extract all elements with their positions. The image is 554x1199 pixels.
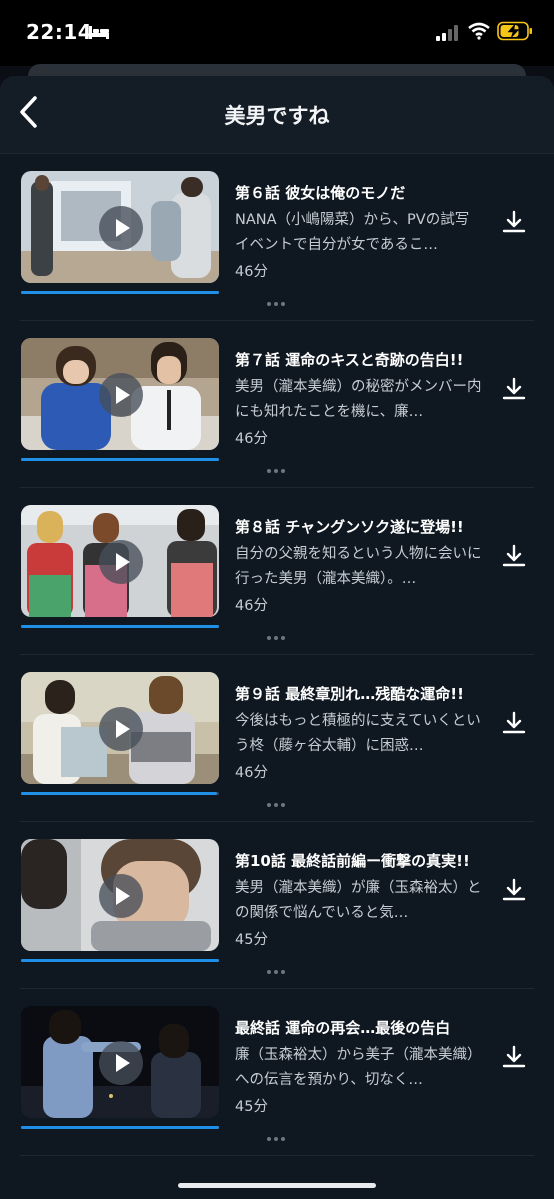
status-bar: 22:14 [0, 0, 554, 66]
signal-icon [436, 25, 458, 41]
watch-progress-bar [21, 458, 219, 461]
episode-thumbnail[interactable] [21, 171, 219, 283]
episode-thumbnail[interactable] [21, 1006, 219, 1118]
episode-item[interactable]: 第９話 最終章別れ…残酷な運命!! 今後はもっと積極的に支えていくという柊（藤ヶ… [20, 655, 534, 822]
episode-duration: 46分 [235, 431, 268, 447]
episode-duration: 46分 [235, 598, 268, 614]
page-title: 美男ですね [224, 104, 330, 128]
watch-progress-bar [21, 792, 219, 795]
episode-duration: 46分 [235, 264, 268, 280]
more-options-icon[interactable] [265, 300, 287, 308]
episode-duration: 46分 [235, 765, 268, 781]
episode-description: 今後はもっと積極的に支えていくという柊（藤ヶ谷太輔）に困惑… [235, 713, 481, 754]
watch-progress-bar [21, 291, 219, 294]
watch-progress-bar [21, 625, 219, 628]
episode-sheet: 美男ですね 第６話 彼女は俺のモノだ NANA（小嶋陽菜）から、PVの試写イベン… [0, 76, 554, 1199]
play-icon[interactable] [99, 373, 143, 417]
watch-progress-fill [21, 458, 219, 461]
episode-item[interactable]: 第７話 運命のキスと奇跡の告白!! 美男（瀧本美織）の秘密がメンバー内にも知れた… [20, 321, 534, 488]
watch-progress-fill [21, 792, 218, 795]
episode-description: 美男（瀧本美織）が廉（玉森裕太）との関係で悩んでいると気… [235, 880, 482, 921]
battery-charging-icon [497, 21, 532, 41]
episode-description: 美男（瀧本美織）の秘密がメンバー内にも知れたことを機に、廉… [235, 379, 482, 420]
episode-thumbnail[interactable] [21, 505, 219, 617]
episode-thumbnail[interactable] [21, 839, 219, 951]
watch-progress-bar [21, 1126, 219, 1129]
download-icon[interactable] [500, 1044, 528, 1072]
episode-description: NANA（小嶋陽菜）から、PVの試写イベントで自分が女であるこ… [235, 212, 470, 253]
episode-title: 第７話 運命のキスと奇跡の告白!! [235, 351, 464, 369]
more-options-icon[interactable] [265, 467, 287, 475]
more-options-icon[interactable] [265, 968, 287, 976]
more-options-icon[interactable] [265, 634, 287, 642]
episode-item[interactable]: 第６話 彼女は俺のモノだ NANA（小嶋陽菜）から、PVの試写イベントで自分が女… [20, 154, 534, 321]
episode-title: 第６話 彼女は俺のモノだ [235, 184, 406, 202]
watch-progress-bar [21, 959, 219, 962]
more-options-icon[interactable] [265, 801, 287, 809]
episode-title: 第10話 最終話前編ー衝撃の真実!! [235, 852, 470, 870]
wifi-icon [468, 22, 490, 40]
more-options-icon[interactable] [265, 1135, 287, 1143]
episode-duration: 45分 [235, 1099, 268, 1115]
play-icon[interactable] [99, 1041, 143, 1085]
episode-title: 第８話 チャングンソク遂に登場!! [235, 518, 464, 536]
episode-description: 自分の父親を知るという人物に会いに行った美男（瀧本美織）。… [235, 546, 482, 587]
episode-item[interactable]: 最終話 運命の再会…最後の告白 廉（玉森裕太）から美子（瀧本美織）への伝言を預か… [20, 989, 534, 1156]
status-time: 22:14 [26, 20, 93, 44]
home-indicator[interactable] [178, 1183, 376, 1188]
watch-progress-fill [21, 625, 219, 628]
nav-header: 美男ですね [0, 76, 554, 154]
download-icon[interactable] [500, 877, 528, 905]
episode-thumbnail[interactable] [21, 338, 219, 450]
download-icon[interactable] [500, 376, 528, 404]
watch-progress-fill [21, 291, 219, 294]
play-icon[interactable] [99, 540, 143, 584]
download-icon[interactable] [500, 209, 528, 237]
watch-progress-fill [21, 959, 219, 962]
play-icon[interactable] [99, 206, 143, 250]
episode-title: 最終話 運命の再会…最後の告白 [235, 1019, 451, 1037]
download-icon[interactable] [500, 543, 528, 571]
bed-icon [89, 26, 109, 39]
episode-list: 第６話 彼女は俺のモノだ NANA（小嶋陽菜）から、PVの試写イベントで自分が女… [0, 154, 554, 1156]
episode-item[interactable]: 第８話 チャングンソク遂に登場!! 自分の父親を知るという人物に会いに行った美男… [20, 488, 534, 655]
episode-title: 第９話 最終章別れ…残酷な運命!! [235, 685, 464, 703]
play-icon[interactable] [99, 874, 143, 918]
episode-item[interactable]: 第10話 最終話前編ー衝撃の真実!! 美男（瀧本美織）が廉（玉森裕太）との関係で… [20, 822, 534, 989]
play-icon[interactable] [99, 707, 143, 751]
episode-description: 廉（玉森裕太）から美子（瀧本美織）への伝言を預かり、切なく… [235, 1047, 482, 1088]
watch-progress-fill [21, 1126, 219, 1129]
download-icon[interactable] [500, 710, 528, 738]
episode-duration: 45分 [235, 932, 268, 948]
episode-thumbnail[interactable] [21, 672, 219, 784]
